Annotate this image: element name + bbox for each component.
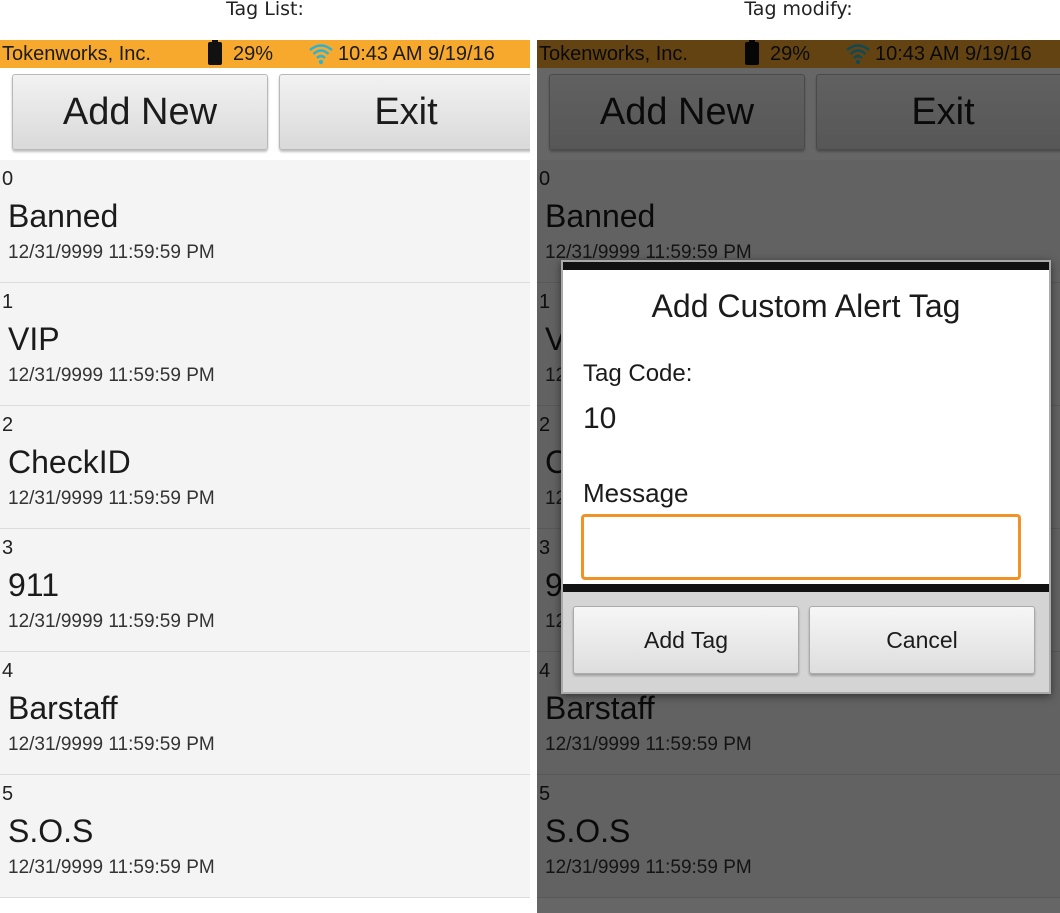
battery-icon xyxy=(208,40,222,65)
list-item[interactable]: 4 Barstaff 12/31/9999 11:59:59 PM xyxy=(0,652,530,775)
tag-expiry: 12/31/9999 11:59:59 PM xyxy=(8,734,215,755)
tag-expiry: 12/31/9999 11:59:59 PM xyxy=(8,488,215,509)
tag-code: 3 xyxy=(2,537,14,559)
add-tag-button[interactable]: Add Tag xyxy=(573,606,799,674)
tag-expiry: 12/31/9999 11:59:59 PM xyxy=(8,242,215,263)
message-input[interactable] xyxy=(581,514,1021,580)
cancel-button[interactable]: Cancel xyxy=(809,606,1035,674)
battery-percent: 29% xyxy=(233,43,274,65)
wifi-icon xyxy=(309,44,333,65)
tag-list: 0 Banned 12/31/9999 11:59:59 PM 1 VIP 12… xyxy=(0,160,530,898)
tag-name: S.O.S xyxy=(8,813,94,849)
tag-code-label: Tag Code: xyxy=(583,360,693,387)
tag-name: Barstaff xyxy=(8,690,118,726)
dialog-content: Add Custom Alert Tag Tag Code: 10 Messag… xyxy=(563,262,1049,592)
tag-code: 1 xyxy=(2,291,14,313)
list-item[interactable]: 5 S.O.S 12/31/9999 11:59:59 PM xyxy=(0,775,530,898)
toolbar: Add New Exit xyxy=(0,68,530,160)
tag-expiry: 12/31/9999 11:59:59 PM xyxy=(8,857,215,878)
tag-expiry: 12/31/9999 11:59:59 PM xyxy=(8,365,215,386)
tag-code-value: 10 xyxy=(583,402,617,435)
caption-tag-list: Tag List: xyxy=(226,0,304,20)
list-item[interactable]: 1 VIP 12/31/9999 11:59:59 PM xyxy=(0,283,530,406)
exit-button[interactable]: Exit xyxy=(279,74,530,150)
tag-code: 0 xyxy=(2,168,14,190)
tag-modify-screen: Tokenworks, Inc. 29% 10:43 AM 9/19/16 Ad… xyxy=(537,40,1060,913)
status-bar: Tokenworks, Inc. 29% 10:43 AM 9/19/16 xyxy=(0,40,530,68)
tag-list-screen: Tokenworks, Inc. 29% 10:43 AM 9/19/16 Ad… xyxy=(0,40,530,913)
list-item[interactable]: 3 911 12/31/9999 11:59:59 PM xyxy=(0,529,530,652)
status-company: Tokenworks, Inc. xyxy=(2,43,151,65)
tag-name: 911 xyxy=(8,567,60,603)
tag-name: CheckID xyxy=(8,444,131,480)
add-tag-dialog: Add Custom Alert Tag Tag Code: 10 Messag… xyxy=(561,260,1051,694)
list-item[interactable]: 0 Banned 12/31/9999 11:59:59 PM xyxy=(0,160,530,283)
message-label: Message xyxy=(583,478,689,508)
tag-name: VIP xyxy=(8,321,60,357)
tag-code: 4 xyxy=(2,660,14,682)
tag-code: 5 xyxy=(2,783,14,805)
dialog-title: Add Custom Alert Tag xyxy=(651,288,961,324)
caption-tag-modify: Tag modify: xyxy=(744,0,853,20)
add-new-button[interactable]: Add New xyxy=(12,74,268,150)
status-time: 10:43 AM 9/19/16 xyxy=(338,43,495,65)
tag-code: 2 xyxy=(2,414,14,436)
tag-name: Banned xyxy=(8,198,119,234)
list-item[interactable]: 2 CheckID 12/31/9999 11:59:59 PM xyxy=(0,406,530,529)
tag-expiry: 12/31/9999 11:59:59 PM xyxy=(8,611,215,632)
